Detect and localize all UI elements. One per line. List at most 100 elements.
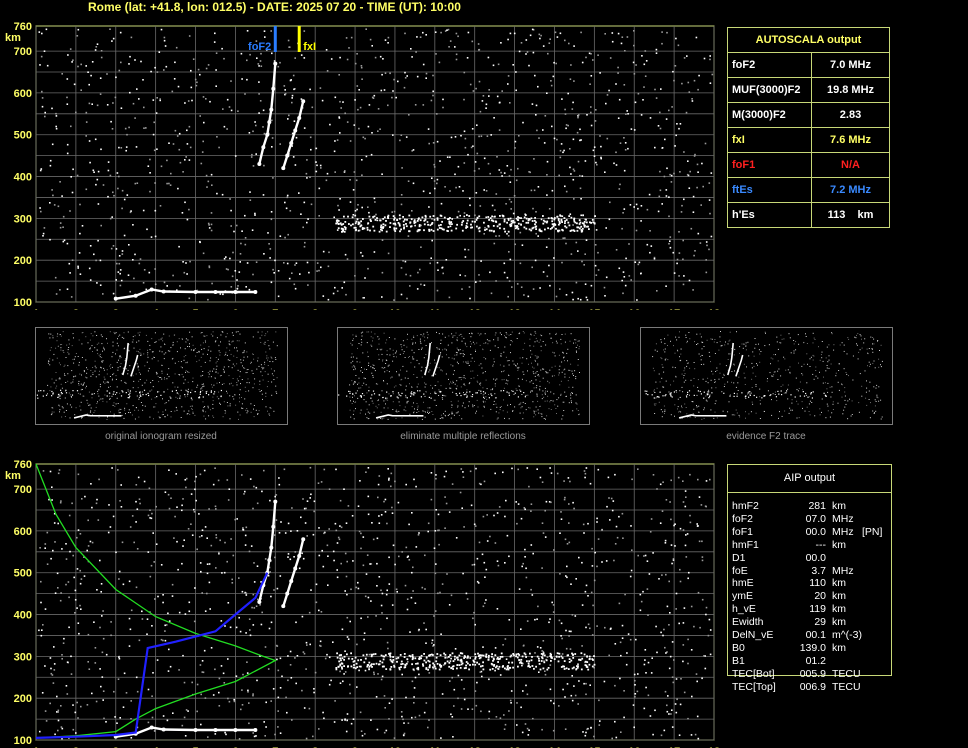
thumbnail-dot [172,344,174,346]
thumbnail-dot [131,414,133,416]
noise-dot [405,273,407,276]
noise-dot [222,293,224,296]
thumbnail-dot [138,334,140,336]
noise-dot [133,277,135,280]
thumbnail-dot [257,413,259,415]
thumbnail-dot [512,410,513,412]
thumbnail-dot [153,356,154,358]
noise-dot [187,100,190,102]
noise-dot [78,252,81,254]
thumbnail-dot [443,395,445,397]
thumbnail-dot [212,396,214,398]
noise-dot [377,130,379,132]
thumbnail-dot [813,337,815,339]
noise-dot [306,261,309,264]
thumbnail-dot [98,342,100,344]
noise-dot [711,73,714,76]
noise-dot [570,253,573,255]
thumbnail-dot [442,333,444,335]
thumbnail-dot [242,407,244,409]
thumbnail-dot [222,416,224,418]
thumbnail-dot [796,389,798,391]
thumbnail-dot [670,384,671,386]
thumbnail-dot [514,406,516,408]
noise-dot [678,231,680,233]
thumbnail-dot [659,381,661,383]
noise-dot [479,110,482,113]
thumbnail-dot [464,407,466,409]
noise-dot [661,147,664,149]
thumbnail-dot [192,344,194,346]
thumbnail-dot [828,359,830,361]
noise-dot [643,63,646,66]
noise-dot [269,248,272,250]
noise-dot [269,257,271,259]
thumbnail-dot [677,408,678,410]
thumbnail-dot [473,405,475,406]
thumbnail-dot [414,408,415,410]
thumbnail-dot [749,393,751,395]
thumbnail-dot [262,368,264,370]
thumbnail-dot [747,341,749,343]
noise-dot [398,555,400,558]
thumbnail-dot [157,411,159,413]
noise-dot [357,108,359,111]
thumbnail-dot [110,367,111,369]
noise-dot [579,187,582,190]
noise-dot [429,215,432,218]
thumbnail-dot [534,331,536,333]
noise-dot [168,507,171,510]
thumbnail-dot [101,357,103,358]
thumbnail-dot [91,345,93,347]
noise-dot [673,272,676,274]
thumbnail-dot [86,367,87,369]
thumbnail-dot [125,392,127,394]
thumbnail-dot [830,396,832,398]
thumbnail-dot [430,393,431,394]
thumbnail-dot [270,368,272,370]
thumbnail-dot [128,412,130,413]
thumbnail-dot [224,412,226,414]
noise-dot [41,692,44,694]
thumbnail-dot [72,379,74,381]
thumbnail-dot [519,412,521,414]
noise-dot [178,148,181,151]
thumbnail-dot [387,418,389,420]
noise-dot [586,728,588,731]
noise-dot [73,83,76,86]
autoscala-param-name: h'Es [727,202,812,228]
noise-dot [402,718,404,721]
noise-dot [617,72,619,74]
thumbnail-dot [384,371,386,373]
thumbnail-dot [504,346,506,348]
noise-dot [440,215,443,217]
noise-dot [89,279,92,281]
noise-dot [261,611,263,614]
noise-dot [693,155,696,157]
thumbnail-dot [507,383,508,385]
noise-dot [508,280,511,282]
noise-dot [709,478,711,481]
thumbnail-dot [655,343,657,345]
thumbnail-dot [551,375,553,377]
noise-dot [645,686,647,689]
noise-dot [670,174,673,177]
noise-dot [41,32,43,35]
noise-dot [463,98,465,101]
thumbnail-dot [807,363,808,365]
thumbnail-dot [96,343,98,345]
thumbnail-dot [841,396,843,398]
noise-dot [526,51,529,53]
thumbnail-dot [461,340,463,342]
thumbnail-dot [810,392,812,394]
noise-dot [508,619,511,621]
thumbnail-dot [398,374,400,376]
thumbnail-dot [826,367,828,369]
thumbnail-dot [680,411,682,413]
noise-dot [542,271,545,273]
thumbnail-dot [866,380,867,382]
noise-dot [222,108,224,110]
noise-dot [166,285,168,287]
noise-dot [335,468,337,471]
thumbnail-dot [338,394,340,396]
